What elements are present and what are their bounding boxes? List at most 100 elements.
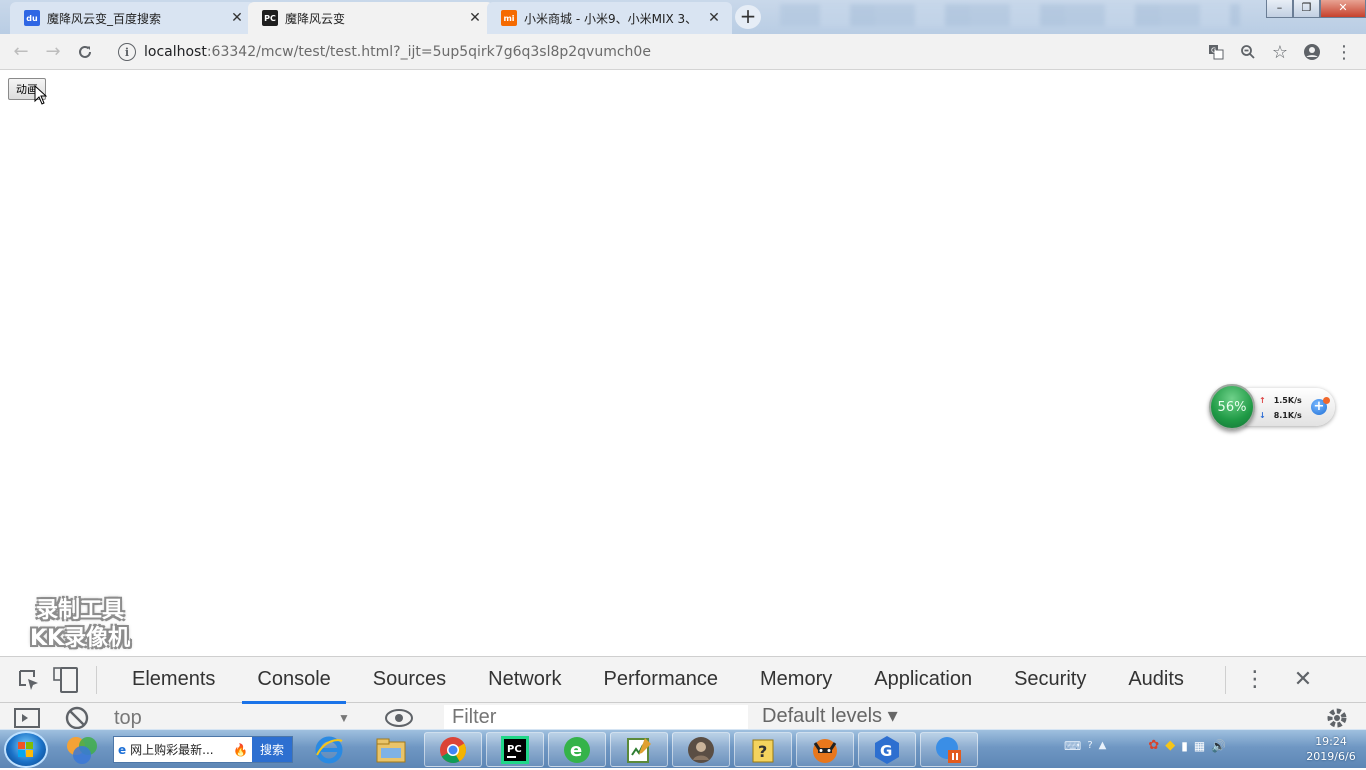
devtools-tab-bar: Elements Console Sources Network Perform… <box>0 657 1366 704</box>
system-tray: ⌨ ? ▲ ✿ ◆ ▮ ▦ 🔊 <box>1064 738 1226 753</box>
devtools-tab-network[interactable]: Network <box>467 657 582 703</box>
clock-time: 19:24 <box>1315 735 1347 748</box>
devtools-tab-memory[interactable]: Memory <box>739 657 853 703</box>
taskbar-green-browser-icon[interactable]: e <box>548 732 606 767</box>
tab-title: 小米商城 - 小米9、小米MIX 3、 <box>524 11 698 26</box>
taskbar-explorer-icon[interactable] <box>362 732 420 767</box>
tray-shield-icon[interactable]: ◆ <box>1165 738 1175 753</box>
zoom-icon[interactable] <box>1232 38 1264 66</box>
show-sidebar-icon[interactable] <box>12 703 42 729</box>
volume-icon[interactable]: 🔊 <box>1211 739 1226 753</box>
taskbar-g-app-icon[interactable]: G <box>858 732 916 767</box>
address-bar[interactable]: i localhost:63342/mcw/test/test.html?_ij… <box>108 38 1233 66</box>
taskbar-avatar-app-icon[interactable] <box>672 732 730 767</box>
tray-usb-icon[interactable]: ▮ <box>1181 739 1188 753</box>
console-filter-input[interactable] <box>444 705 748 729</box>
keyboard-icon[interactable]: ⌨ <box>1064 739 1081 753</box>
ie-icon: e <box>118 742 127 757</box>
taskbar-recorder-icon[interactable] <box>920 732 978 767</box>
tab-strip: du 魔降风云变_百度搜索 ✕ PC 魔降风云变 ✕ mi 小米商城 - 小米9… <box>0 0 1366 34</box>
mouse-cursor-icon <box>34 85 47 105</box>
recorder-watermark: 录制工具 KK录像机 <box>30 597 130 653</box>
devtools-panel: Elements Console Sources Network Perform… <box>0 656 1366 729</box>
blurred-background <box>780 4 1240 26</box>
windows-taskbar: e 网上购彩最新... 🔥 搜索 PC e ? G ⌨ ? ▲ ✿ ◆ ▮ ▦ … <box>0 729 1366 768</box>
svg-text:G: G <box>880 742 892 760</box>
taskbar-clock[interactable]: 19:24 2019/6/6 <box>1302 734 1360 764</box>
devtools-close-icon[interactable]: ✕ <box>1288 665 1318 695</box>
maximize-icon[interactable]: ❐ <box>1293 0 1320 18</box>
taskbar-chrome-icon[interactable] <box>424 732 482 767</box>
page-viewport: 动画 56% ↑ 1.5K/s ↓ 8.1K/s + 录制工具 KK录像机 <box>0 70 1366 656</box>
show-hidden-icons-icon[interactable]: ▲ <box>1099 740 1107 751</box>
separator <box>96 665 97 694</box>
devtools-tab-security[interactable]: Security <box>993 657 1107 703</box>
url-path: :63342/mcw/test/test.html?_ijt=5up5qirk7… <box>206 44 651 60</box>
back-arrow-icon[interactable]: ← <box>5 38 37 66</box>
separator <box>1224 665 1226 694</box>
devtools-tab-elements[interactable]: Elements <box>111 657 236 703</box>
taskbar-ie-icon[interactable] <box>300 732 358 767</box>
live-expression-eye-icon[interactable] <box>384 703 414 729</box>
upload-arrow-icon: ↑ <box>1259 396 1266 405</box>
devtools-tab-application[interactable]: Application <box>853 657 993 703</box>
context-selector[interactable]: top <box>114 707 142 730</box>
download-arrow-icon: ↓ <box>1259 411 1266 420</box>
taskbar-cat-app-icon[interactable] <box>796 732 854 767</box>
tab-xiaomi-store[interactable]: mi 小米商城 - 小米9、小米MIX 3、 ✕ <box>487 2 732 34</box>
menu-dots-icon[interactable]: ⋮ <box>1328 38 1360 66</box>
tab-pycharm-page[interactable]: PC 魔降风云变 ✕ <box>248 2 493 34</box>
context-dropdown-icon[interactable]: ▼ <box>338 711 350 725</box>
svg-text:PC: PC <box>507 744 522 755</box>
forward-arrow-icon[interactable]: → <box>37 38 69 66</box>
watermark-line-1: 录制工具 <box>36 598 125 623</box>
watermark-line-2: KK录像机 <box>30 626 131 651</box>
svg-text:e: e <box>570 740 582 761</box>
inspect-element-icon[interactable] <box>14 665 44 695</box>
minimize-icon[interactable]: – <box>1266 0 1293 18</box>
window-controls: – ❐ ✕ <box>1266 0 1366 18</box>
network-speed-widget[interactable]: 56% ↑ 1.5K/s ↓ 8.1K/s + <box>1207 383 1335 431</box>
taskbar-notepad-icon[interactable] <box>610 732 668 767</box>
input-method-icon[interactable]: ? <box>1087 740 1092 751</box>
console-settings-gear-icon[interactable] <box>1322 703 1352 729</box>
taskbar-search-box[interactable]: e 网上购彩最新... 🔥 搜索 <box>113 736 293 763</box>
toolbar-right-icons: G ☆ ⋮ <box>1200 38 1360 66</box>
hot-flame-icon: 🔥 <box>233 742 248 757</box>
network-icon[interactable]: ▦ <box>1194 739 1205 753</box>
search-button[interactable]: 搜索 <box>252 737 292 762</box>
window-close-icon[interactable]: ✕ <box>1320 0 1366 18</box>
widget-notification-dot <box>1323 397 1330 404</box>
devtools-menu-dots-icon[interactable]: ⋮ <box>1240 665 1270 695</box>
colorful-app-icon[interactable] <box>64 734 100 766</box>
search-box-text: 网上购彩最新... <box>130 743 214 757</box>
log-levels-dropdown[interactable]: Default levels ▾ <box>762 703 898 728</box>
svg-text:?: ? <box>758 742 767 761</box>
clear-console-icon[interactable] <box>62 703 92 729</box>
tray-app-red-icon[interactable]: ✿ <box>1148 738 1159 753</box>
baidu-favicon-icon: du <box>24 10 40 26</box>
close-tab-icon[interactable]: ✕ <box>229 10 245 26</box>
translate-icon[interactable]: G <box>1200 38 1232 66</box>
taskbar-pycharm-icon[interactable]: PC <box>486 732 544 767</box>
site-info-icon[interactable]: i <box>118 43 136 61</box>
tab-title: 魔降风云变_百度搜索 <box>47 11 162 26</box>
account-icon[interactable] <box>1296 38 1328 66</box>
devtools-tab-sources[interactable]: Sources <box>352 657 467 703</box>
bookmark-star-icon[interactable]: ☆ <box>1264 38 1296 66</box>
xiaomi-favicon-icon: mi <box>501 10 517 26</box>
devtools-tab-console[interactable]: Console <box>236 657 351 704</box>
start-button[interactable] <box>4 731 48 768</box>
close-tab-icon[interactable]: ✕ <box>706 10 722 26</box>
tab-baidu-search[interactable]: du 魔降风云变_百度搜索 ✕ <box>10 2 255 34</box>
close-tab-icon[interactable]: ✕ <box>467 10 483 26</box>
tab-title: 魔降风云变 <box>285 11 346 26</box>
memory-usage-ball[interactable]: 56% <box>1209 384 1255 430</box>
reload-icon[interactable] <box>69 38 101 66</box>
upload-speed: 1.5K/s <box>1273 396 1302 405</box>
new-tab-button[interactable]: + <box>735 5 761 29</box>
devtools-tab-performance[interactable]: Performance <box>583 657 740 703</box>
device-toolbar-icon[interactable] <box>52 665 82 695</box>
devtools-tab-audits[interactable]: Audits <box>1107 657 1205 703</box>
taskbar-help-icon[interactable]: ? <box>734 732 792 767</box>
